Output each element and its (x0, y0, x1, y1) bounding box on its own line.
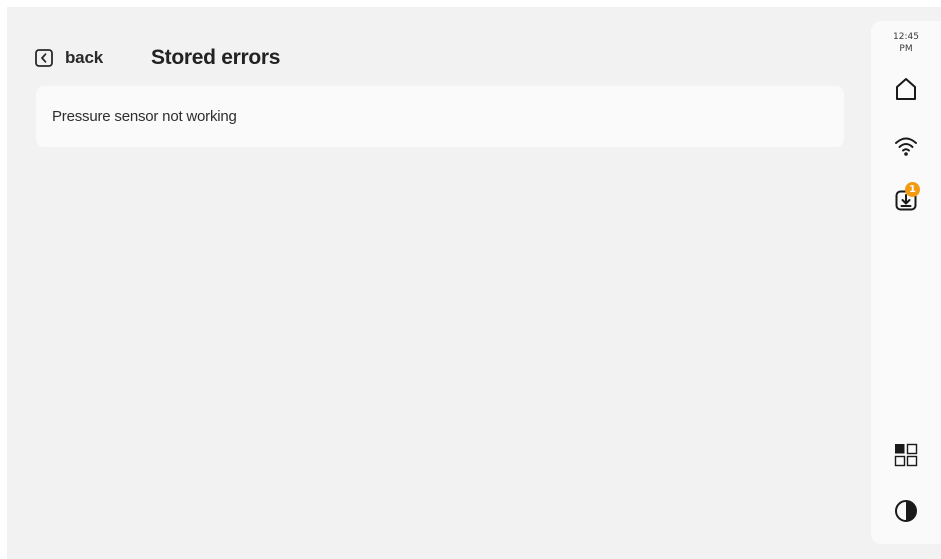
error-list: Pressure sensor not working (36, 86, 844, 147)
contrast-icon (894, 499, 918, 523)
home-button[interactable] (892, 75, 920, 103)
apps-grid-icon (894, 443, 918, 467)
clock-ampm: PM (899, 44, 913, 54)
home-icon (894, 76, 918, 102)
error-text: Pressure sensor not working (52, 108, 237, 125)
apps-button[interactable] (892, 441, 920, 469)
clock: 12:45 PM (871, 31, 941, 55)
downloads-button[interactable]: 1 (892, 182, 920, 214)
sidebar: 12:45 PM 1 (871, 21, 941, 544)
page-title: Stored errors (150, 46, 281, 69)
chevron-left-icon (35, 49, 53, 67)
screen: back Stored errors Pressure sensor not w… (7, 7, 941, 559)
back-button[interactable]: back (35, 48, 103, 68)
error-list-item[interactable]: Pressure sensor not working (36, 86, 844, 147)
clock-time: 12:45 (893, 32, 919, 42)
back-label: back (65, 48, 103, 67)
contrast-button[interactable] (892, 497, 920, 525)
download-icon: 1 (895, 182, 920, 212)
wifi-button[interactable] (892, 132, 920, 160)
wifi-icon (894, 135, 918, 157)
header: back Stored errors (35, 38, 280, 78)
download-badge: 1 (905, 182, 920, 197)
